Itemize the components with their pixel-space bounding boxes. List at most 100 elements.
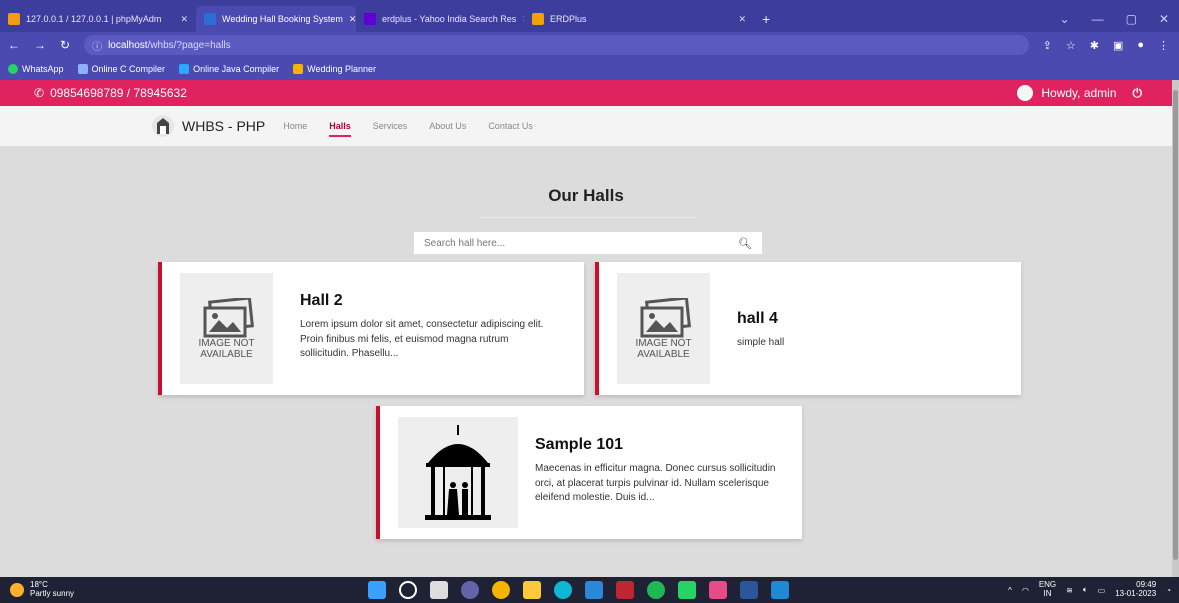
chat-icon[interactable]	[461, 581, 479, 599]
tab-search-icon[interactable]: ⌄	[1060, 12, 1070, 26]
whatsapp-icon[interactable]	[678, 581, 696, 599]
whatsapp-icon	[8, 64, 18, 74]
hall-image	[398, 417, 518, 528]
title-divider	[480, 217, 696, 218]
tab-erdplus-search[interactable]: erdplus - Yahoo India Search Res✕	[356, 6, 524, 32]
bookmark-online-c[interactable]: Online C Compiler	[77, 64, 165, 74]
hall-card[interactable]: IMAGE NOT AVAILABLE hall 4 simple hall	[595, 262, 1021, 395]
nav-contact[interactable]: Contact Us	[488, 121, 533, 131]
hall-logo-icon	[152, 115, 174, 137]
hall-name: Sample 101	[535, 436, 624, 453]
windows-taskbar: 18°C Partly sunny ^ ◠ ENG IN ≋ 🔈︎ ▭ 09:4…	[0, 577, 1179, 603]
search-icon[interactable]: 🔍︎	[738, 237, 752, 250]
close-tab-icon[interactable]: ✕	[180, 14, 188, 25]
chrome-icon[interactable]	[492, 581, 510, 599]
maximize-icon[interactable]: ▢	[1126, 12, 1137, 26]
edge-icon[interactable]	[554, 581, 572, 599]
user-area: Howdy, admin ⏻	[1017, 85, 1172, 101]
url-field[interactable]: ⓘ localhost/whbs/?page=halls	[84, 35, 1029, 55]
hall-image-placeholder: IMAGE NOT AVAILABLE	[180, 273, 273, 384]
nav-links: Home Halls Services About Us Contact Us	[283, 121, 533, 137]
spotify-icon[interactable]	[647, 581, 665, 599]
new-tab-button[interactable]: +	[754, 6, 778, 32]
close-tab-icon[interactable]: ✕	[349, 14, 356, 25]
menu-icon[interactable]: ⋮	[1158, 39, 1169, 52]
nav-home[interactable]: Home	[283, 121, 307, 131]
image-not-available-text: IMAGE NOT AVAILABLE	[198, 337, 255, 360]
hall-image-placeholder: IMAGE NOT AVAILABLE	[617, 273, 710, 384]
clock[interactable]: 09:49 13-01-2023	[1115, 580, 1157, 599]
extensions-icon[interactable]: ✱	[1090, 39, 1099, 52]
bookmark-online-java[interactable]: Online Java Compiler	[179, 64, 279, 74]
phone-icon: ✆	[34, 86, 45, 100]
region: IN	[1043, 589, 1052, 598]
star-icon[interactable]: ☆	[1066, 39, 1076, 52]
mcafee-icon[interactable]	[616, 581, 634, 599]
hall-card[interactable]: Sample 101 Maecenas in efficitur magna. …	[376, 406, 802, 539]
search-placeholder: Search hall here...	[424, 237, 506, 249]
reload-icon[interactable]: ↻	[60, 38, 70, 52]
file-explorer-icon[interactable]	[523, 581, 541, 599]
tab-phpmyadmin[interactable]: 127.0.0.1 / 127.0.0.1 | phpMyAdm ✕	[0, 6, 196, 32]
date: 13-01-2023	[1115, 589, 1157, 598]
calendar-icon	[293, 64, 304, 74]
java-icon	[179, 64, 190, 74]
nav-about[interactable]: About Us	[429, 121, 466, 131]
store-icon[interactable]	[585, 581, 603, 599]
word-icon[interactable]	[740, 581, 758, 599]
bookmarks-bar: WhatsApp Online C Compiler Online Java C…	[0, 58, 1179, 80]
bookmark-wedding-planner[interactable]: Wedding Planner	[293, 64, 376, 74]
sidebar-icon[interactable]: ▣	[1113, 39, 1123, 52]
forward-icon[interactable]: →	[34, 38, 46, 52]
scrollbar-thumb[interactable]	[1173, 90, 1178, 560]
hall-card[interactable]: IMAGE NOT AVAILABLE Hall 2 Lorem ipsum d…	[158, 262, 584, 395]
nav-services[interactable]: Services	[373, 121, 408, 131]
greeting-text[interactable]: Howdy, admin	[1041, 86, 1116, 100]
user-avatar[interactable]	[1017, 85, 1034, 101]
site-navbar: WHBS - PHP Home Halls Services About Us …	[0, 106, 1172, 146]
wedding-gazebo-icon	[425, 424, 491, 520]
calendar-icon[interactable]	[709, 581, 727, 599]
volume-icon[interactable]: 🔈︎	[1083, 585, 1088, 595]
image-not-available-text: IMAGE NOT AVAILABLE	[635, 337, 692, 360]
image-icon	[640, 297, 691, 337]
vscode-icon[interactable]	[771, 581, 789, 599]
tab-wedding-hall[interactable]: Wedding Hall Booking System ✕	[196, 6, 356, 32]
wifi-icon[interactable]: ◠	[1022, 586, 1029, 595]
nav-halls[interactable]: Halls	[329, 121, 351, 137]
windows-start-icon[interactable]	[368, 581, 386, 599]
hall-name: hall 4	[737, 310, 778, 327]
window-controls: ⌄ — ▢ ✕	[1060, 6, 1179, 32]
phone-numbers: 09854698789 / 78945632	[50, 86, 187, 100]
page-scrollbar[interactable]	[1172, 80, 1179, 577]
chevron-up-icon[interactable]: ^	[1008, 586, 1012, 595]
tab-erdplus[interactable]: ERDPlus ✕	[524, 6, 754, 32]
weather-widget[interactable]: 18°C Partly sunny	[10, 580, 74, 599]
taskbar-apps	[368, 581, 789, 599]
search-icon[interactable]	[399, 581, 417, 599]
bookmark-whatsapp[interactable]: WhatsApp	[8, 64, 64, 74]
hall-search-input[interactable]: Search hall here... 🔍︎	[413, 231, 763, 255]
language-indicator[interactable]: ENG IN	[1039, 580, 1056, 599]
battery-icon[interactable]: ▭	[1098, 586, 1106, 595]
logout-power-icon[interactable]: ⏻	[1133, 86, 1143, 101]
profile-avatar[interactable]: ●	[1137, 39, 1144, 52]
network-icon[interactable]: ≋	[1066, 586, 1073, 595]
info-icon: ⓘ	[92, 41, 103, 53]
notifications-icon[interactable]: ◔	[1166, 586, 1171, 595]
close-tab-icon[interactable]: ✕	[738, 14, 746, 25]
browser-tab-strip: 127.0.0.1 / 127.0.0.1 | phpMyAdm ✕ Weddin…	[0, 0, 1179, 32]
close-tab-icon[interactable]: ✕	[522, 14, 524, 25]
minimize-icon[interactable]: —	[1092, 12, 1104, 26]
browser-actions: ⇪ ☆ ✱ ▣ ● ⋮	[1043, 39, 1179, 52]
hall-description: Lorem ipsum dolor sit amet, consectetur …	[300, 319, 544, 359]
brand[interactable]: WHBS - PHP	[152, 115, 265, 137]
hall-description: simple hall	[737, 337, 785, 348]
hall-description: Maecenas in efficitur magna. Donec cursu…	[535, 463, 776, 503]
wedding-hall-favicon	[204, 13, 216, 25]
close-window-icon[interactable]: ✕	[1159, 12, 1169, 26]
image-icon	[203, 297, 254, 337]
share-icon[interactable]: ⇪	[1043, 39, 1052, 52]
back-icon[interactable]: ←	[8, 38, 20, 52]
task-view-icon[interactable]	[430, 581, 448, 599]
